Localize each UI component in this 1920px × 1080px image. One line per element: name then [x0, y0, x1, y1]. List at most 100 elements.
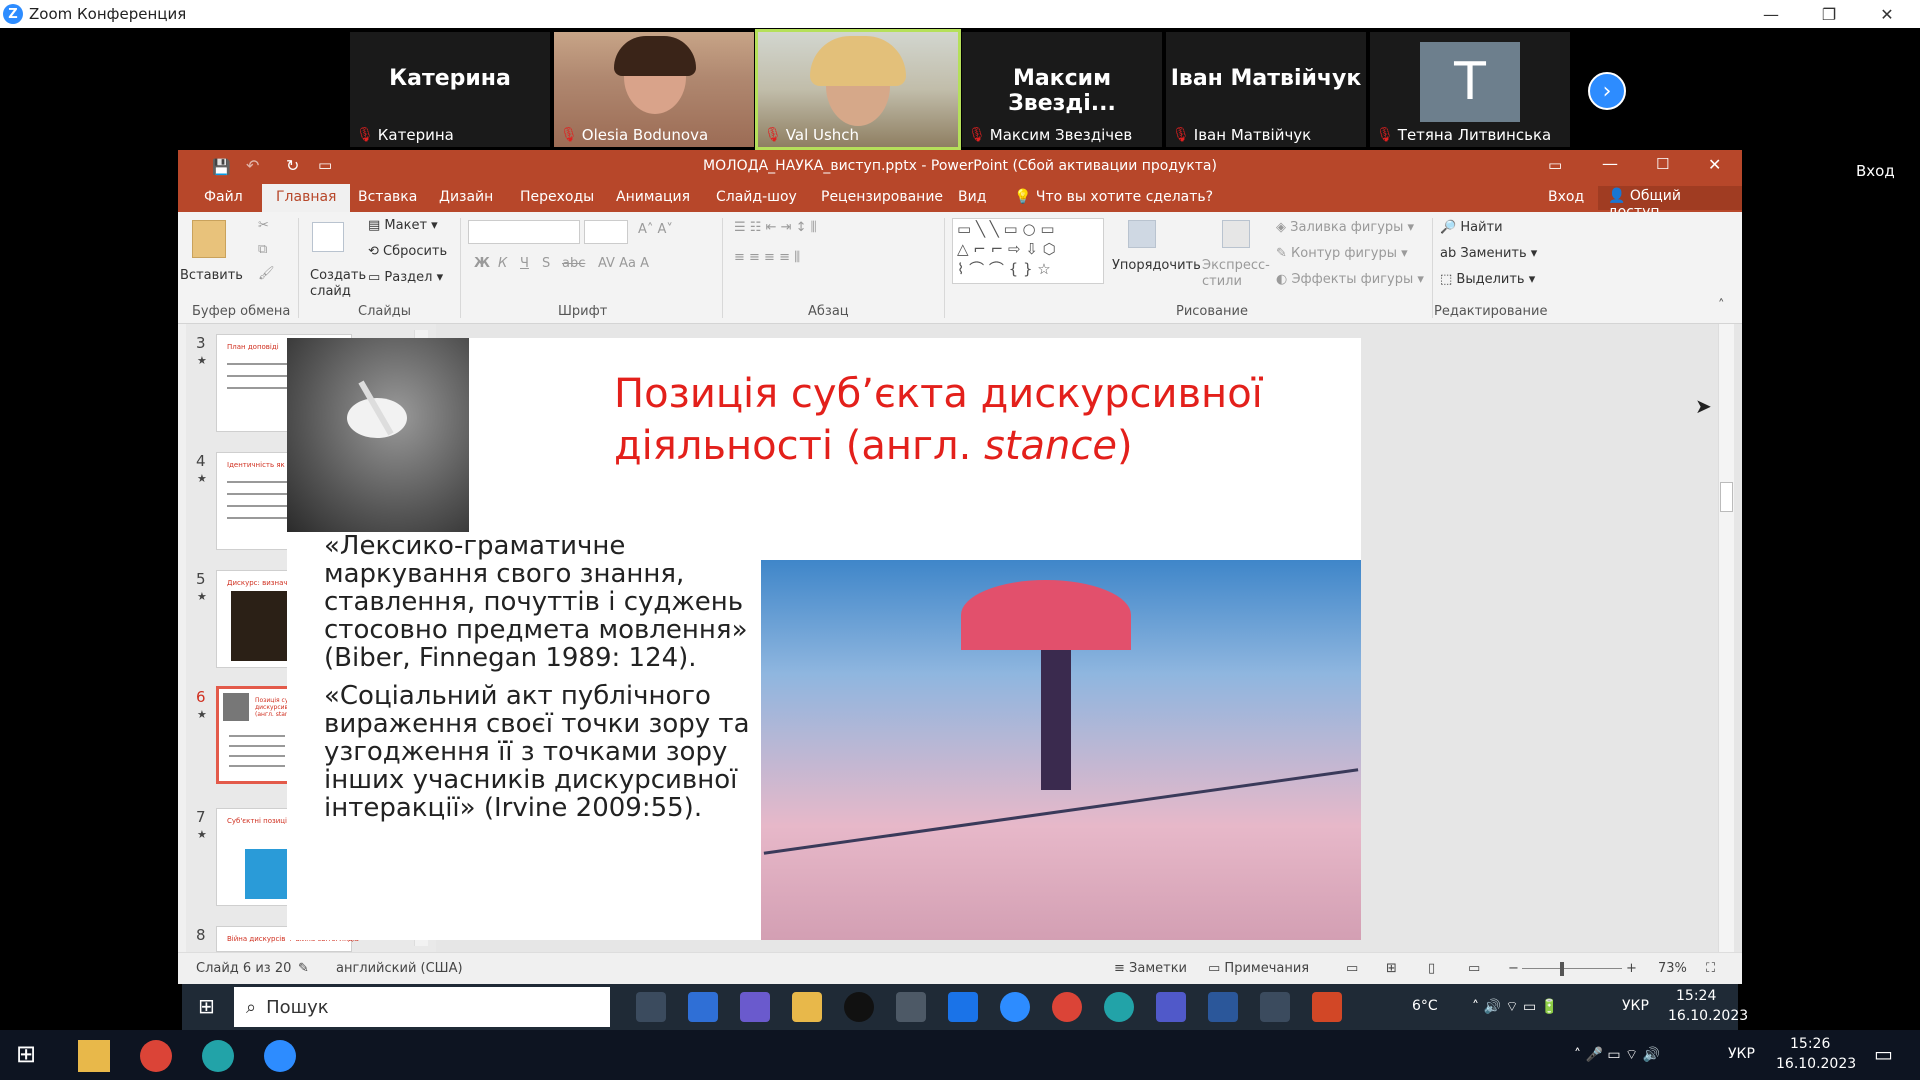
participant-tile[interactable]: Іван Матвійчук 🎙 Іван Матвійчук — [1166, 32, 1366, 147]
tab-insert[interactable]: Вставка — [358, 189, 417, 205]
app-icon[interactable] — [844, 992, 874, 1022]
close-button[interactable]: ✕ — [1858, 0, 1916, 28]
zoom-slider-handle[interactable] — [1560, 962, 1564, 976]
section-button[interactable]: ▭ Раздел ▾ — [368, 270, 443, 285]
taskbar-search[interactable]: ⌕ Пошук — [234, 987, 610, 1027]
tell-me-search[interactable]: 💡 Что вы хотите сделать? — [1014, 189, 1213, 205]
cut-icon[interactable]: ✂ — [258, 218, 269, 233]
settings-icon[interactable] — [1260, 992, 1290, 1022]
quick-styles-button[interactable]: Экспресс-стили — [1202, 258, 1270, 290]
teams-icon[interactable] — [1156, 992, 1186, 1022]
input-language[interactable]: УКР — [1728, 1046, 1755, 1062]
minimize-button[interactable]: — — [1742, 0, 1800, 28]
app-icon[interactable] — [948, 992, 978, 1022]
powerpoint-icon[interactable] — [1312, 992, 1342, 1022]
participant-tile[interactable]: T 🎙 Тетяна Литвинська — [1370, 32, 1570, 147]
find-button[interactable]: 🔎 Найти — [1440, 220, 1503, 235]
weather-temp[interactable]: 6°C — [1412, 998, 1438, 1014]
tab-review[interactable]: Рецензирование — [821, 189, 943, 205]
tab-slideshow[interactable]: Слайд-шоу — [716, 189, 797, 205]
shape-fill-button[interactable]: ◈ Заливка фигуры ▾ — [1276, 220, 1414, 235]
tab-design[interactable]: Дизайн — [439, 189, 493, 205]
view-normal-icon[interactable]: ▭ — [1346, 961, 1358, 976]
participant-video-tile-active[interactable]: 🎙 Val Ushch — [755, 29, 961, 150]
new-slide-button[interactable]: Создать слайд — [310, 268, 366, 300]
bullets-icon[interactable]: ☰ ☷ ⇤ ⇥ ↕ ⫼ — [734, 220, 817, 235]
camera-icon[interactable] — [896, 992, 926, 1022]
zoom-signin-link[interactable]: Вход — [1856, 162, 1895, 180]
shape-effects-button[interactable]: ◐ Эффекты фигуры ▾ — [1276, 272, 1424, 287]
comments-button[interactable]: ▭ Примечания — [1208, 961, 1309, 976]
chrome-icon[interactable] — [140, 1040, 172, 1072]
current-slide[interactable]: Позиція суб’єкта дискурсивної діяльності… — [287, 338, 1361, 940]
font-color-icon[interactable]: AV Aa A — [598, 256, 649, 271]
windows-start-icon[interactable]: ⊞ — [16, 1040, 36, 1068]
ppt-close-button[interactable]: ✕ — [1708, 155, 1721, 174]
share-button[interactable]: 👤 Общий доступ — [1598, 186, 1742, 220]
font-size-select[interactable] — [584, 220, 628, 244]
zoom-slider[interactable] — [1522, 968, 1622, 969]
participant-tile[interactable]: Катерина 🎙 Катерина — [350, 32, 550, 147]
font-grow-icon[interactable]: A˄ A˅ — [638, 222, 673, 237]
file-explorer-icon[interactable] — [792, 992, 822, 1022]
shape-outline-button[interactable]: ✎ Контур фигуры ▾ — [1276, 246, 1408, 261]
align-icon[interactable]: ≡ ≡ ≡ ≡ ⫼ — [734, 250, 800, 265]
tray-icons[interactable]: ˄ 🎤 ▭ ⌔ 🔊 — [1574, 1046, 1660, 1064]
windows-start-icon[interactable]: ⊞ — [198, 994, 215, 1018]
restore-button[interactable]: ❐ — [1800, 0, 1858, 28]
zoom-icon[interactable] — [264, 1040, 296, 1072]
bold-button[interactable]: Ж — [474, 256, 490, 271]
replace-button[interactable]: ab Заменить ▾ — [1440, 246, 1537, 261]
canvas-scrollbar[interactable] — [1718, 324, 1734, 952]
format-painter-icon[interactable]: 🖌 — [258, 266, 275, 281]
shadow-button[interactable]: S — [542, 256, 550, 271]
word-icon[interactable] — [1208, 992, 1238, 1022]
strikethrough-button[interactable]: abc — [562, 256, 585, 271]
vs-icon[interactable] — [740, 992, 770, 1022]
collapse-ribbon-icon[interactable]: ˄ — [1718, 298, 1725, 313]
ppt-minimize-button[interactable]: — — [1602, 154, 1618, 173]
store-icon[interactable] — [688, 992, 718, 1022]
notifications-icon[interactable]: ▭ — [1874, 1042, 1893, 1066]
underline-button[interactable]: Ч — [520, 256, 529, 271]
tab-view[interactable]: Вид — [958, 189, 986, 205]
shapes-gallery[interactable]: ▭ ╲ ╲ ▭ ○ ▭ △ ⌐ ⌐ ⇨ ⇩ ⬡ ⌇ ⌒ ⌒ { } ☆ — [952, 218, 1104, 284]
clock-date[interactable]: 16.10.2023 — [1668, 1008, 1748, 1024]
clock-time[interactable]: 15:26 — [1790, 1036, 1830, 1052]
copy-icon[interactable]: ⧉ — [258, 242, 267, 257]
paste-button[interactable]: Вставить — [180, 268, 243, 283]
participant-tile[interactable]: Максим Звезді... 🎙 Максим Звездічев — [962, 32, 1162, 147]
edge-icon[interactable] — [1104, 992, 1134, 1022]
arrange-button[interactable]: Упорядочить — [1112, 258, 1201, 273]
notes-button[interactable]: ≡ Заметки — [1114, 961, 1187, 976]
zoom-level[interactable]: 73% — [1658, 961, 1687, 976]
reset-button[interactable]: ⟲ Сбросить — [368, 244, 447, 259]
ppt-maximize-button[interactable]: ☐ — [1656, 155, 1669, 173]
tab-file[interactable]: Файл — [204, 189, 243, 205]
view-sorter-icon[interactable]: ⊞ — [1386, 961, 1397, 976]
italic-button[interactable]: К — [498, 256, 507, 271]
clock-time[interactable]: 15:24 — [1676, 988, 1716, 1004]
ribbon-display-icon[interactable]: ▭ — [1548, 156, 1562, 174]
edge-icon[interactable] — [202, 1040, 234, 1072]
tab-home[interactable]: Главная — [262, 184, 351, 212]
zoom-out-button[interactable]: − — [1508, 961, 1519, 976]
input-language[interactable]: УКР — [1622, 998, 1649, 1014]
ppt-signin[interactable]: Вход — [1548, 189, 1584, 205]
spellcheck-icon[interactable]: ✎ — [298, 961, 309, 976]
task-view-icon[interactable] — [636, 992, 666, 1022]
view-reading-icon[interactable]: ▯ — [1428, 961, 1435, 976]
font-family-select[interactable] — [468, 220, 580, 244]
gallery-next-button[interactable]: › — [1588, 72, 1626, 110]
clock-date[interactable]: 16.10.2023 — [1776, 1056, 1856, 1072]
chrome-icon[interactable] — [1052, 992, 1082, 1022]
file-explorer-icon[interactable] — [78, 1040, 110, 1072]
fit-to-window-icon[interactable]: ⛶ — [1706, 961, 1715, 976]
language-indicator[interactable]: английский (США) — [336, 961, 463, 976]
participant-video-tile[interactable]: 🎙 Olesia Bodunova — [554, 32, 754, 147]
layout-button[interactable]: ▤ Макет ▾ — [368, 218, 438, 233]
tray-icons[interactable]: ˄ 🔊 ⌔ ▭ 🔋 — [1472, 998, 1558, 1016]
zoom-in-button[interactable]: + — [1626, 961, 1637, 976]
view-slideshow-icon[interactable]: ▭ — [1468, 961, 1480, 976]
select-button[interactable]: ⬚ Выделить ▾ — [1440, 272, 1535, 287]
